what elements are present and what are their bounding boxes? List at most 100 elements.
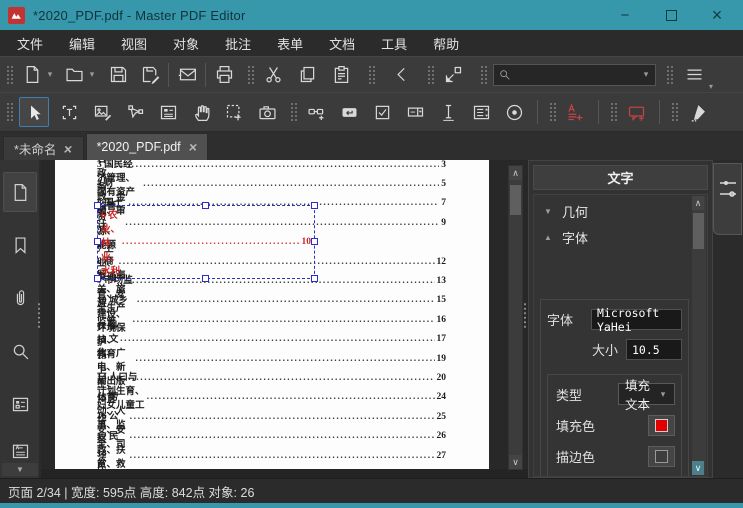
maximize-button[interactable] — [661, 5, 681, 25]
paste-button[interactable] — [328, 61, 354, 89]
scrollbar-thumb[interactable] — [510, 185, 521, 215]
main-menu-button[interactable]: ▾ — [681, 61, 707, 89]
tab-close-icon[interactable]: × — [188, 140, 198, 154]
section-font[interactable]: ▲ 字体 — [534, 221, 707, 247]
menu-item-annotate[interactable]: 批注 — [212, 30, 264, 57]
toolbar-drag-grip[interactable] — [666, 64, 673, 86]
search-box[interactable]: ▾ — [493, 64, 656, 86]
link-tool[interactable] — [303, 98, 329, 126]
font-family-input[interactable]: Microsoft YaHei — [591, 309, 682, 330]
menu-item-help[interactable]: 帮助 — [420, 30, 472, 57]
selection-handle[interactable] — [94, 275, 101, 282]
select-tool[interactable] — [19, 97, 49, 127]
listbox-field-tool[interactable] — [468, 98, 494, 126]
section-geometry[interactable]: ▼ 几何 — [534, 195, 707, 221]
type-select[interactable]: 填充文本 ▾ — [618, 383, 675, 405]
minimize-button[interactable]: − — [615, 5, 635, 25]
tab-2020-pdf[interactable]: *2020_PDF.pdf × — [86, 133, 208, 160]
edit-image-tool[interactable] — [89, 98, 115, 126]
menu-item-document[interactable]: 文档 — [316, 30, 368, 57]
text-annotation-tool[interactable] — [562, 98, 588, 126]
previous-view-button[interactable] — [389, 61, 415, 89]
fill-color-button[interactable] — [648, 415, 675, 436]
status-bar: 页面 2/34 | 宽度: 595点 高度: 842点 对象: 26 — [0, 478, 743, 503]
menu-item-forms[interactable]: 表单 — [264, 30, 316, 57]
scroll-down-button[interactable]: ∨ — [509, 455, 522, 469]
pages-panel-button[interactable] — [3, 172, 37, 212]
button-field-tool[interactable] — [336, 98, 362, 126]
cut-button[interactable] — [260, 61, 286, 89]
search-panel-button[interactable] — [3, 331, 37, 371]
menu-item-view[interactable]: 视图 — [108, 30, 160, 57]
selection-handle[interactable] — [311, 238, 318, 245]
search-dropdown[interactable]: ▾ — [641, 69, 651, 80]
edit-text-tool[interactable] — [56, 98, 82, 126]
toolbar-drag-grip[interactable] — [427, 64, 434, 86]
menu-item-edit[interactable]: 编辑 — [56, 30, 108, 57]
hand-tool[interactable] — [188, 98, 214, 126]
new-document-button[interactable] — [19, 61, 45, 89]
document-scrollbar[interactable]: ∧ ∨ — [508, 165, 523, 470]
copy-button[interactable] — [294, 61, 320, 89]
new-document-dropdown[interactable]: ▾ — [45, 69, 55, 80]
radio-field-tool[interactable] — [501, 98, 527, 126]
fit-selection-button[interactable] — [440, 61, 466, 89]
screenshot-tool[interactable] — [254, 98, 280, 126]
menu-item-object[interactable]: 对象 — [160, 30, 212, 57]
tab-close-icon[interactable]: × — [63, 142, 73, 156]
toolbar-drag-grip[interactable] — [480, 64, 487, 86]
annotations-panel-button[interactable] — [3, 437, 37, 463]
selection-handle[interactable] — [202, 202, 209, 209]
stroke-color-button[interactable] — [648, 446, 675, 467]
toolbar-drag-grip[interactable] — [6, 64, 13, 86]
selection-box[interactable]: 6 农业、林业、水利..............................… — [97, 205, 315, 279]
search-input[interactable] — [511, 68, 641, 82]
open-button[interactable] — [61, 61, 87, 89]
toolbar-drag-grip[interactable] — [610, 101, 617, 123]
scroll-up-button[interactable]: ∧ — [692, 196, 704, 210]
save-as-button[interactable] — [137, 61, 163, 89]
selection-handle[interactable] — [94, 202, 101, 209]
form-fields-panel-button[interactable] — [3, 384, 37, 424]
select-area-tool[interactable] — [221, 98, 247, 126]
print-button[interactable] — [211, 61, 237, 89]
properties-panel-tab[interactable] — [713, 163, 742, 235]
text-field-tool[interactable] — [435, 98, 461, 126]
selection-handle[interactable] — [311, 202, 318, 209]
document-view[interactable]: 2 综合政务..................................… — [41, 160, 528, 478]
open-dropdown[interactable]: ▾ — [87, 69, 97, 80]
selection-handle[interactable] — [94, 238, 101, 245]
toolbar-drag-grip[interactable] — [6, 101, 13, 123]
tab-untitled[interactable]: *未命名 × — [3, 136, 84, 160]
eraser-tool[interactable] — [684, 98, 710, 126]
edit-path-tool[interactable] — [122, 98, 148, 126]
sticky-note-tool[interactable] — [623, 98, 649, 126]
selection-handle[interactable] — [311, 275, 318, 282]
combobox-field-tool[interactable] — [402, 98, 428, 126]
scroll-down-button[interactable]: ∨ — [692, 461, 704, 475]
bookmarks-panel-button[interactable] — [3, 225, 37, 265]
scroll-up-button[interactable]: ∧ — [509, 166, 522, 180]
toolbar-drag-grip[interactable] — [247, 64, 254, 86]
close-button[interactable]: × — [707, 5, 727, 25]
font-size-input[interactable]: 10.5 — [626, 339, 682, 360]
menu-item-tools[interactable]: 工具 — [368, 30, 420, 57]
toolbar-drag-grip[interactable] — [671, 101, 678, 123]
scrollbar-thumb[interactable] — [693, 213, 704, 249]
checkbox-field-tool[interactable] — [369, 98, 395, 126]
toolbar-drag-grip[interactable] — [549, 101, 556, 123]
panel-splitter[interactable] — [523, 302, 527, 328]
save-button[interactable] — [105, 61, 131, 89]
sidebar-scroll-down-button[interactable]: ▼ — [2, 463, 38, 476]
toolbar-drag-grip[interactable] — [290, 101, 297, 123]
app-window: *2020_PDF.pdf - Master PDF Editor − × 文件… — [0, 0, 743, 508]
main-area: ▼ 2 综合政务................................… — [0, 160, 743, 478]
edit-forms-tool[interactable] — [155, 98, 181, 126]
selected-text-object[interactable]: 6 农业、林业、水利..............................… — [97, 233, 446, 252]
email-button[interactable] — [174, 61, 200, 89]
selection-handle[interactable] — [202, 275, 209, 282]
menu-item-file[interactable]: 文件 — [4, 30, 56, 57]
attachments-panel-button[interactable] — [3, 278, 37, 318]
panel-scrollbar[interactable]: ∧ ∨ — [692, 196, 706, 475]
toolbar-drag-grip[interactable] — [368, 64, 375, 86]
